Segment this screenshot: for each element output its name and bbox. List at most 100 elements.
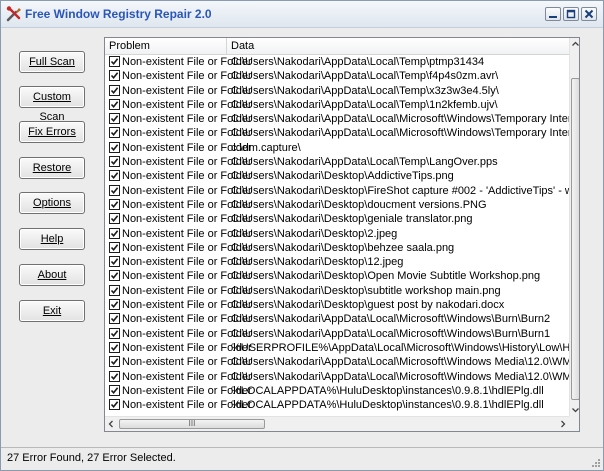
table-row[interactable]: Non-existent File or Folder C:\Users\Nako… (105, 112, 569, 126)
table-row[interactable]: Non-existent File or Folder C:\Users\Nako… (105, 98, 569, 112)
checkmark-icon (110, 144, 119, 151)
table-row[interactable]: Non-existent File or Folder C:\Users\Nako… (105, 84, 569, 98)
horizontal-scroll-thumb[interactable]: III (119, 419, 265, 429)
table-row[interactable]: Non-existent File or Folder %LOCALAPPDATA… (105, 398, 569, 412)
checkmark-icon (110, 201, 119, 208)
restore-button[interactable]: Restore (19, 157, 85, 179)
table-row[interactable]: Non-existent File or Folder C:\Users\Nako… (105, 126, 569, 140)
row-checkbox[interactable] (109, 156, 120, 168)
row-checkbox[interactable] (109, 84, 120, 96)
column-header-data[interactable]: Data (227, 38, 569, 54)
row-checkbox[interactable] (109, 170, 120, 182)
table-row[interactable]: Non-existent File or Folder C:\Users\Nako… (105, 312, 569, 326)
resize-grip-icon[interactable] (589, 456, 601, 468)
table-row[interactable]: Non-existent File or Folder C:\Users\Nako… (105, 298, 569, 312)
table-row[interactable]: Non-existent File or Folder C:\Users\Nako… (105, 169, 569, 183)
row-checkbox[interactable] (109, 356, 120, 368)
table-row[interactable]: Non-existent File or Folder C:\Users\Nako… (105, 269, 569, 283)
title-bar[interactable]: Free Window Registry Repair 2.0 (1, 1, 603, 28)
table-row[interactable]: Non-existent File or Folder C:\Users\Nako… (105, 284, 569, 298)
exit-button[interactable]: Exit (19, 300, 85, 322)
row-checkbox[interactable] (109, 270, 120, 282)
data-cell: C:\Users\Nakodari\Desktop\subtitle works… (231, 284, 501, 297)
scroll-down-button[interactable] (570, 404, 579, 416)
scroll-right-button[interactable] (557, 418, 569, 430)
table-row[interactable]: Non-existent File or Folder C:\Users\Nako… (105, 370, 569, 384)
maximize-button[interactable] (563, 7, 579, 21)
checkmark-icon (110, 387, 119, 394)
row-checkbox[interactable] (109, 141, 120, 153)
custom-scan-button[interactable]: Custom Scan (19, 86, 85, 123)
checkmark-icon (110, 129, 119, 137)
data-cell: %USERPROFILE%\AppData\Local\Microsoft\Wi… (231, 341, 569, 354)
table-row[interactable]: Non-existent File or Folder C:\Users\Nako… (105, 241, 569, 255)
data-cell: C:\Users\Nakodari\Desktop\geniale transl… (231, 213, 473, 226)
row-checkbox[interactable] (109, 341, 120, 353)
row-checkbox[interactable] (109, 98, 120, 110)
row-checkbox[interactable] (109, 256, 120, 268)
data-cell: C:\Users\Nakodari\Desktop\behzee saala.p… (231, 241, 455, 254)
checkmark-icon (110, 344, 119, 351)
row-checkbox[interactable] (109, 213, 120, 225)
row-checkbox[interactable] (109, 284, 120, 296)
row-checkbox[interactable] (109, 227, 120, 239)
data-cell: C:\Users\Nakodari\Desktop\AddictiveTips.… (231, 170, 454, 183)
checkmark-icon (110, 58, 119, 66)
results-list[interactable]: Problem Data Non-existent File or Folder… (104, 37, 580, 432)
table-row[interactable]: Non-existent File or Folder C:\Users\Nako… (105, 155, 569, 169)
options-button[interactable]: Options (19, 192, 85, 214)
row-checkbox[interactable] (109, 113, 120, 125)
row-checkbox[interactable] (109, 127, 120, 139)
checkmark-icon (110, 401, 119, 409)
row-checkbox[interactable] (109, 299, 120, 311)
full-scan-button[interactable]: Full Scan (19, 51, 85, 73)
data-cell: C:\Users\Nakodari\Desktop\Open Movie Sub… (231, 270, 541, 283)
scroll-left-button[interactable] (105, 418, 117, 430)
table-row[interactable]: Non-existent File or Folder C:\Users\Nako… (105, 69, 569, 83)
table-row[interactable]: Non-existent File or Folder c:\dm.capture… (105, 141, 569, 155)
app-window: Free Window Registry Repair 2.0 Full Sca… (0, 0, 604, 471)
list-rows: Non-existent File or Folder C:\Users\Nako… (105, 55, 569, 416)
table-row[interactable]: Non-existent File or Folder %LOCALAPPDATA… (105, 384, 569, 398)
row-checkbox[interactable] (109, 184, 120, 196)
row-checkbox[interactable] (109, 313, 120, 325)
window-title: Free Window Registry Repair 2.0 (25, 7, 212, 21)
column-header-problem[interactable]: Problem (105, 38, 227, 54)
row-checkbox[interactable] (109, 198, 120, 210)
table-row[interactable]: Non-existent File or Folder C:\Users\Nako… (105, 227, 569, 241)
horizontal-scrollbar[interactable]: III (105, 416, 569, 431)
data-cell: C:\Users\Nakodari\AppData\Local\Temp\ptm… (231, 56, 485, 68)
data-cell: C:\Users\Nakodari\Desktop\doucment versi… (231, 198, 487, 211)
minimize-button[interactable] (545, 7, 561, 21)
checkmark-icon (110, 86, 119, 94)
table-row[interactable]: Non-existent File or Folder C:\Users\Nako… (105, 355, 569, 369)
help-button[interactable]: Help (19, 228, 85, 250)
table-row[interactable]: Non-existent File or Folder %USERPROFILE%… (105, 341, 569, 355)
table-row[interactable]: Non-existent File or Folder C:\Users\Nako… (105, 212, 569, 226)
checkmark-icon (110, 272, 119, 280)
table-row[interactable]: Non-existent File or Folder C:\Users\Nako… (105, 255, 569, 269)
scroll-up-button[interactable] (570, 38, 579, 50)
vertical-scroll-thumb[interactable] (571, 78, 579, 400)
row-checkbox[interactable] (109, 384, 120, 396)
table-row[interactable]: Non-existent File or Folder C:\Users\Nako… (105, 55, 569, 69)
checkmark-icon (110, 244, 119, 251)
data-cell: C:\Users\Nakodari\AppData\Local\Microsof… (231, 356, 569, 369)
row-checkbox[interactable] (109, 327, 120, 339)
data-cell: C:\Users\Nakodari\Desktop\12.jpeg (231, 256, 404, 269)
row-checkbox[interactable] (109, 56, 120, 67)
table-row[interactable]: Non-existent File or Folder C:\Users\Nako… (105, 184, 569, 198)
data-cell: C:\Users\Nakodari\Desktop\FireShot captu… (231, 184, 569, 197)
table-row[interactable]: Non-existent File or Folder C:\Users\Nako… (105, 198, 569, 212)
row-checkbox[interactable] (109, 370, 120, 382)
table-row[interactable]: Non-existent File or Folder C:\Users\Nako… (105, 327, 569, 341)
checkmark-icon (110, 72, 119, 80)
row-checkbox[interactable] (109, 70, 120, 82)
checkmark-icon (110, 158, 119, 166)
row-checkbox[interactable] (109, 241, 120, 253)
row-checkbox[interactable] (109, 399, 120, 411)
about-button[interactable]: About (19, 264, 85, 286)
vertical-scrollbar[interactable] (569, 38, 579, 416)
close-button[interactable] (581, 7, 597, 21)
fix-errors-button[interactable]: Fix Errors (19, 121, 85, 143)
